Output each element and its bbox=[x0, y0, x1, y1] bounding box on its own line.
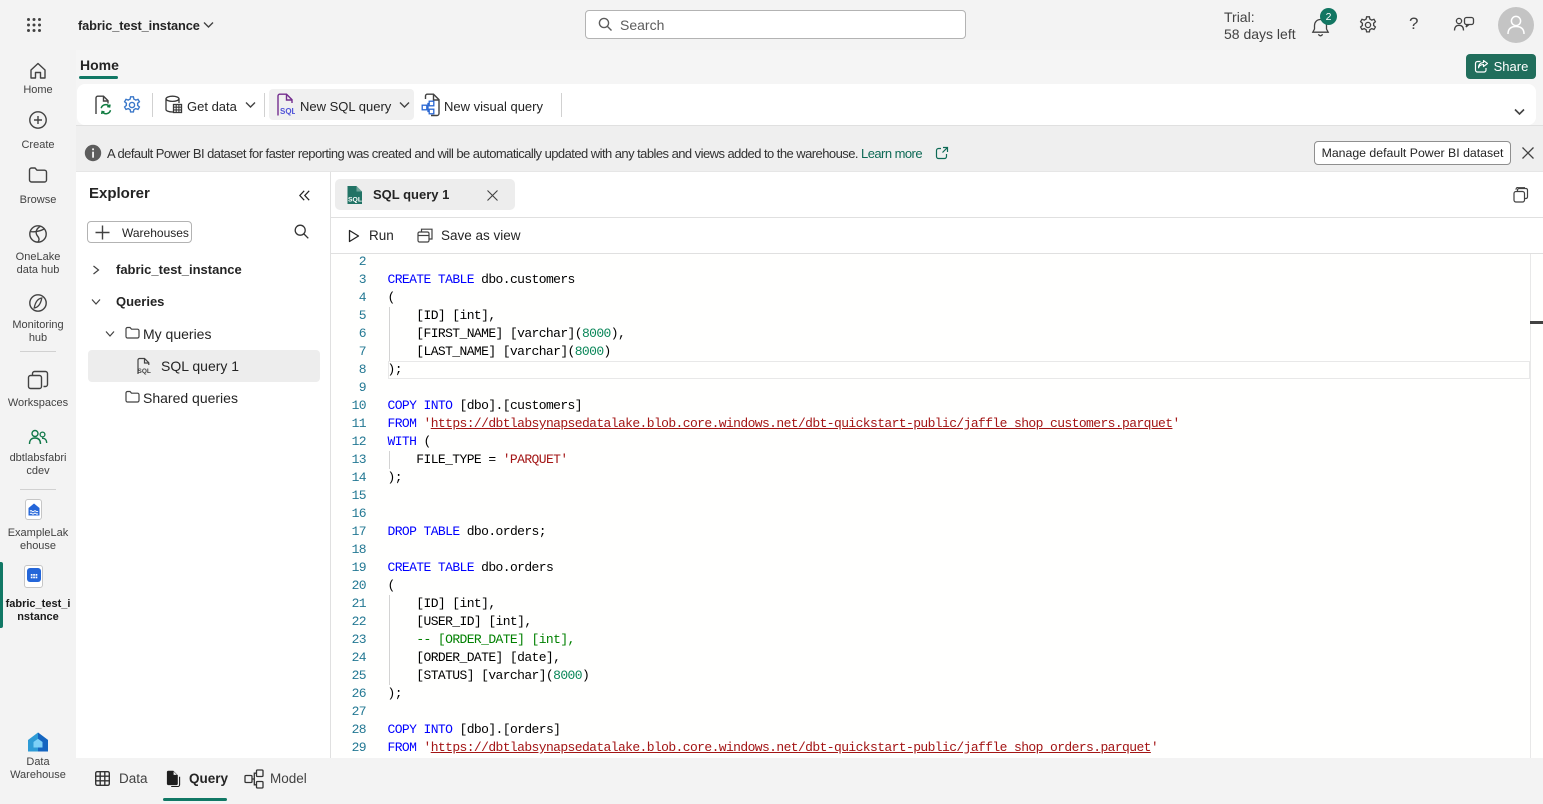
svg-text:SQL: SQL bbox=[348, 197, 362, 204]
svg-text:SQL: SQL bbox=[280, 107, 295, 116]
svg-text:2: 2 bbox=[1326, 11, 1332, 23]
svg-text:SQL: SQL bbox=[138, 368, 151, 375]
